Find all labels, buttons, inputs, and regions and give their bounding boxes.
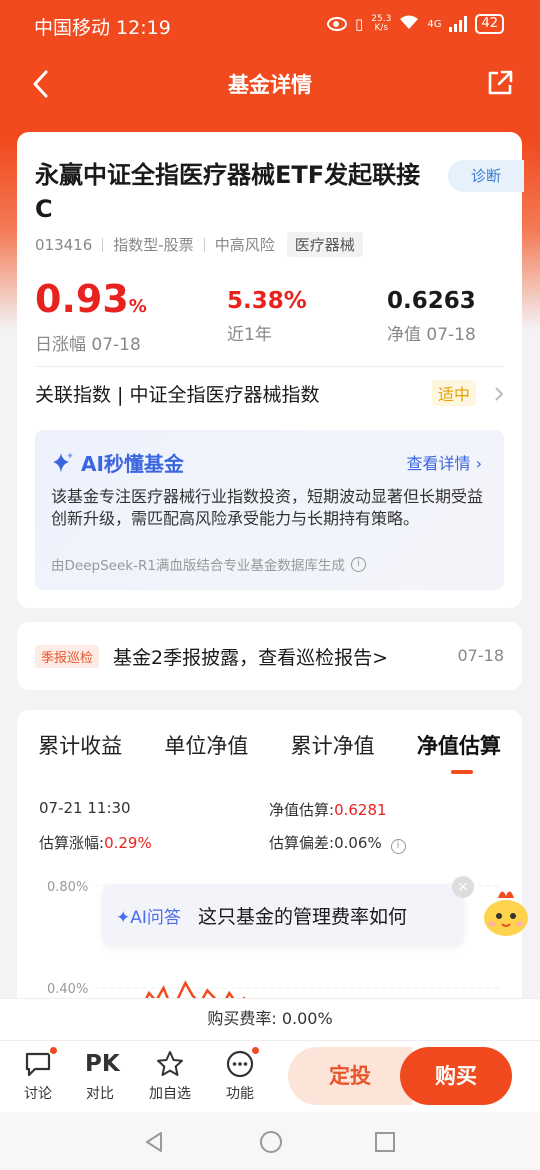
tab-nav-estimate[interactable]: 净值估算 xyxy=(417,730,501,774)
deviation-estimate: 估算偏差:0.06% i xyxy=(269,832,406,854)
quarterly-report-card[interactable]: 季报巡检 基金2季报披露，查看巡检报告> 07-18 xyxy=(17,622,522,690)
compare-label: 对比 xyxy=(86,1086,114,1102)
ai-question-text: 这只基金的管理费率如何 xyxy=(198,906,408,928)
daily-change-value: 0.93 xyxy=(35,277,129,321)
mascot-icon[interactable] xyxy=(478,880,534,940)
y-tick-label: 0.80% xyxy=(47,880,88,895)
nav-estimate-label: 净值估算: xyxy=(269,801,335,819)
chart-card: 累计收益 单位净值 累计净值 净值估算 07-21 11:30 净值估算:0.6… xyxy=(17,710,522,1010)
purchase-fee: 购买费率: 0.00% xyxy=(0,998,540,1040)
ai-summary-footer: 由DeepSeek-R1满血版结合专业基金数据库生成 xyxy=(51,558,345,574)
fund-summary-card: 永赢中证全指医疗器械ETF发起联接C 诊断 013416 指数型-股票 中高风险… xyxy=(17,132,524,608)
related-index-text: 关联指数 | 中证全指医疗器械指数 xyxy=(35,384,320,406)
compare-button[interactable]: PK 对比 xyxy=(70,1049,130,1103)
nav-bar: 基金详情 xyxy=(0,55,540,113)
system-nav-bar xyxy=(0,1112,540,1170)
diagnose-button[interactable]: 诊断 xyxy=(448,160,524,192)
year-change-value: 5.38% xyxy=(227,288,307,314)
home-circle-icon[interactable] xyxy=(258,1129,284,1155)
year-change-stat: 5.38% 近1年 xyxy=(227,286,307,345)
fund-tags: 013416 指数型-股票 中高风险 医疗器械 xyxy=(35,232,363,257)
valuation-badge: 适中 xyxy=(431,380,476,406)
features-button[interactable]: 功能 xyxy=(210,1045,270,1103)
info-icon[interactable]: i xyxy=(350,556,366,572)
signal-icon xyxy=(449,16,468,32)
page-title: 基金详情 xyxy=(228,73,312,97)
sip-button[interactable]: 定投 xyxy=(288,1047,412,1105)
daily-change-stat: 0.93% 日涨幅 07-18 xyxy=(35,278,147,355)
nav-stat: 0.6263 净值 07-18 xyxy=(387,286,476,345)
related-index-row[interactable]: 关联指数 | 中证全指医疗器械指数 适中 xyxy=(35,380,504,410)
chevron-right-icon: › xyxy=(475,454,482,473)
discuss-button[interactable]: 讨论 xyxy=(8,1045,68,1103)
daily-change-unit: % xyxy=(128,296,147,317)
ai-question-label-text: AI问答 xyxy=(130,908,181,928)
report-text: 基金2季报披露，查看巡检报告> xyxy=(113,647,389,669)
ai-summary-box: AI秒懂基金 查看详情 › 该基金专注医疗器械行业指数投资，短期波动显著但长期受… xyxy=(35,430,504,590)
year-change-label: 近1年 xyxy=(227,325,272,345)
fund-risk: 中高风险 xyxy=(214,236,275,254)
ai-question-label: ✦AI问答 xyxy=(116,908,181,928)
watch-label: 加自选 xyxy=(149,1086,191,1102)
add-watchlist-button[interactable]: 加自选 xyxy=(140,1049,200,1103)
bottom-action-bar: 讨论 PK 对比 加自选 功能 定投 购买 xyxy=(0,1040,540,1112)
discuss-label: 讨论 xyxy=(24,1086,52,1102)
daily-change-label: 日涨幅 07-18 xyxy=(35,335,141,355)
battery-indicator: 42 xyxy=(475,14,504,34)
ai-question-bubble[interactable]: ✦AI问答 这只基金的管理费率如何 × xyxy=(102,876,474,946)
eye-icon xyxy=(327,17,348,31)
nav-estimate: 净值估算:0.6281 xyxy=(269,799,387,820)
tab-cumulative-nav[interactable]: 累计净值 xyxy=(291,730,375,760)
deviation-label: 估算偏差: xyxy=(269,834,335,852)
status-bar: 中国移动 12:19 ▯ 25.3 K/s 4G 42 xyxy=(0,0,540,52)
report-tag: 季报巡检 xyxy=(35,645,100,668)
divider xyxy=(35,366,504,367)
report-date: 07-18 xyxy=(457,646,505,665)
nav-estimate-value: 0.6281 xyxy=(334,801,387,819)
chart-tabs: 累计收益 单位净值 累计净值 净值估算 xyxy=(17,730,522,774)
notification-dot xyxy=(48,1045,59,1056)
tab-cumulative-return[interactable]: 累计收益 xyxy=(38,730,122,760)
fund-type: 指数型-股票 xyxy=(113,236,194,254)
vibrate-icon: ▯ xyxy=(355,15,364,33)
info-icon[interactable]: i xyxy=(390,839,406,854)
change-estimate-label: 估算涨幅: xyxy=(39,834,105,852)
change-estimate-value: 0.29% xyxy=(104,834,152,852)
chevron-right-icon xyxy=(495,387,504,401)
sparkle-icon xyxy=(53,451,73,473)
deviation-value: 0.06% xyxy=(334,834,382,852)
buy-button[interactable]: 购买 xyxy=(400,1047,512,1105)
y-tick-label: 0.40% xyxy=(47,982,88,997)
change-estimate: 估算涨幅:0.29% xyxy=(39,832,152,853)
more-icon xyxy=(225,1045,261,1079)
share-icon[interactable] xyxy=(486,69,514,97)
net-speed: 25.3 K/s xyxy=(371,15,391,33)
notification-dot xyxy=(250,1045,261,1056)
nav-value: 0.6263 xyxy=(387,288,476,314)
carrier-time: 中国移动 12:19 xyxy=(34,17,171,39)
tab-unit-nav[interactable]: 单位净值 xyxy=(164,730,248,760)
star-icon xyxy=(155,1049,185,1079)
pk-icon: PK xyxy=(85,1051,120,1077)
ai-summary-more-link[interactable]: 查看详情 › xyxy=(406,450,482,474)
nav-label: 净值 07-18 xyxy=(387,325,476,345)
ai-summary-title: AI秒懂基金 xyxy=(81,452,184,476)
chat-bubble-icon xyxy=(23,1045,59,1079)
features-label: 功能 xyxy=(226,1086,254,1102)
estimate-time: 07-21 11:30 xyxy=(39,799,131,817)
wifi-icon xyxy=(399,14,419,34)
fund-code: 013416 xyxy=(35,235,93,254)
recents-square-icon[interactable] xyxy=(373,1130,397,1154)
ai-summary-more-label: 查看详情 xyxy=(406,454,471,473)
sector-tag[interactable]: 医疗器械 xyxy=(286,232,363,257)
fund-name: 永赢中证全指医疗器械ETF发起联接C xyxy=(35,161,421,223)
net-speed-unit: K/s xyxy=(374,23,389,33)
close-icon[interactable]: × xyxy=(452,876,474,898)
network-type: 4G xyxy=(427,18,442,30)
ai-summary-body: 该基金专注医疗器械行业指数投资，短期波动显著但长期受益创新升级，需匹配高风险承受… xyxy=(51,487,484,528)
back-triangle-icon[interactable] xyxy=(142,1130,166,1154)
